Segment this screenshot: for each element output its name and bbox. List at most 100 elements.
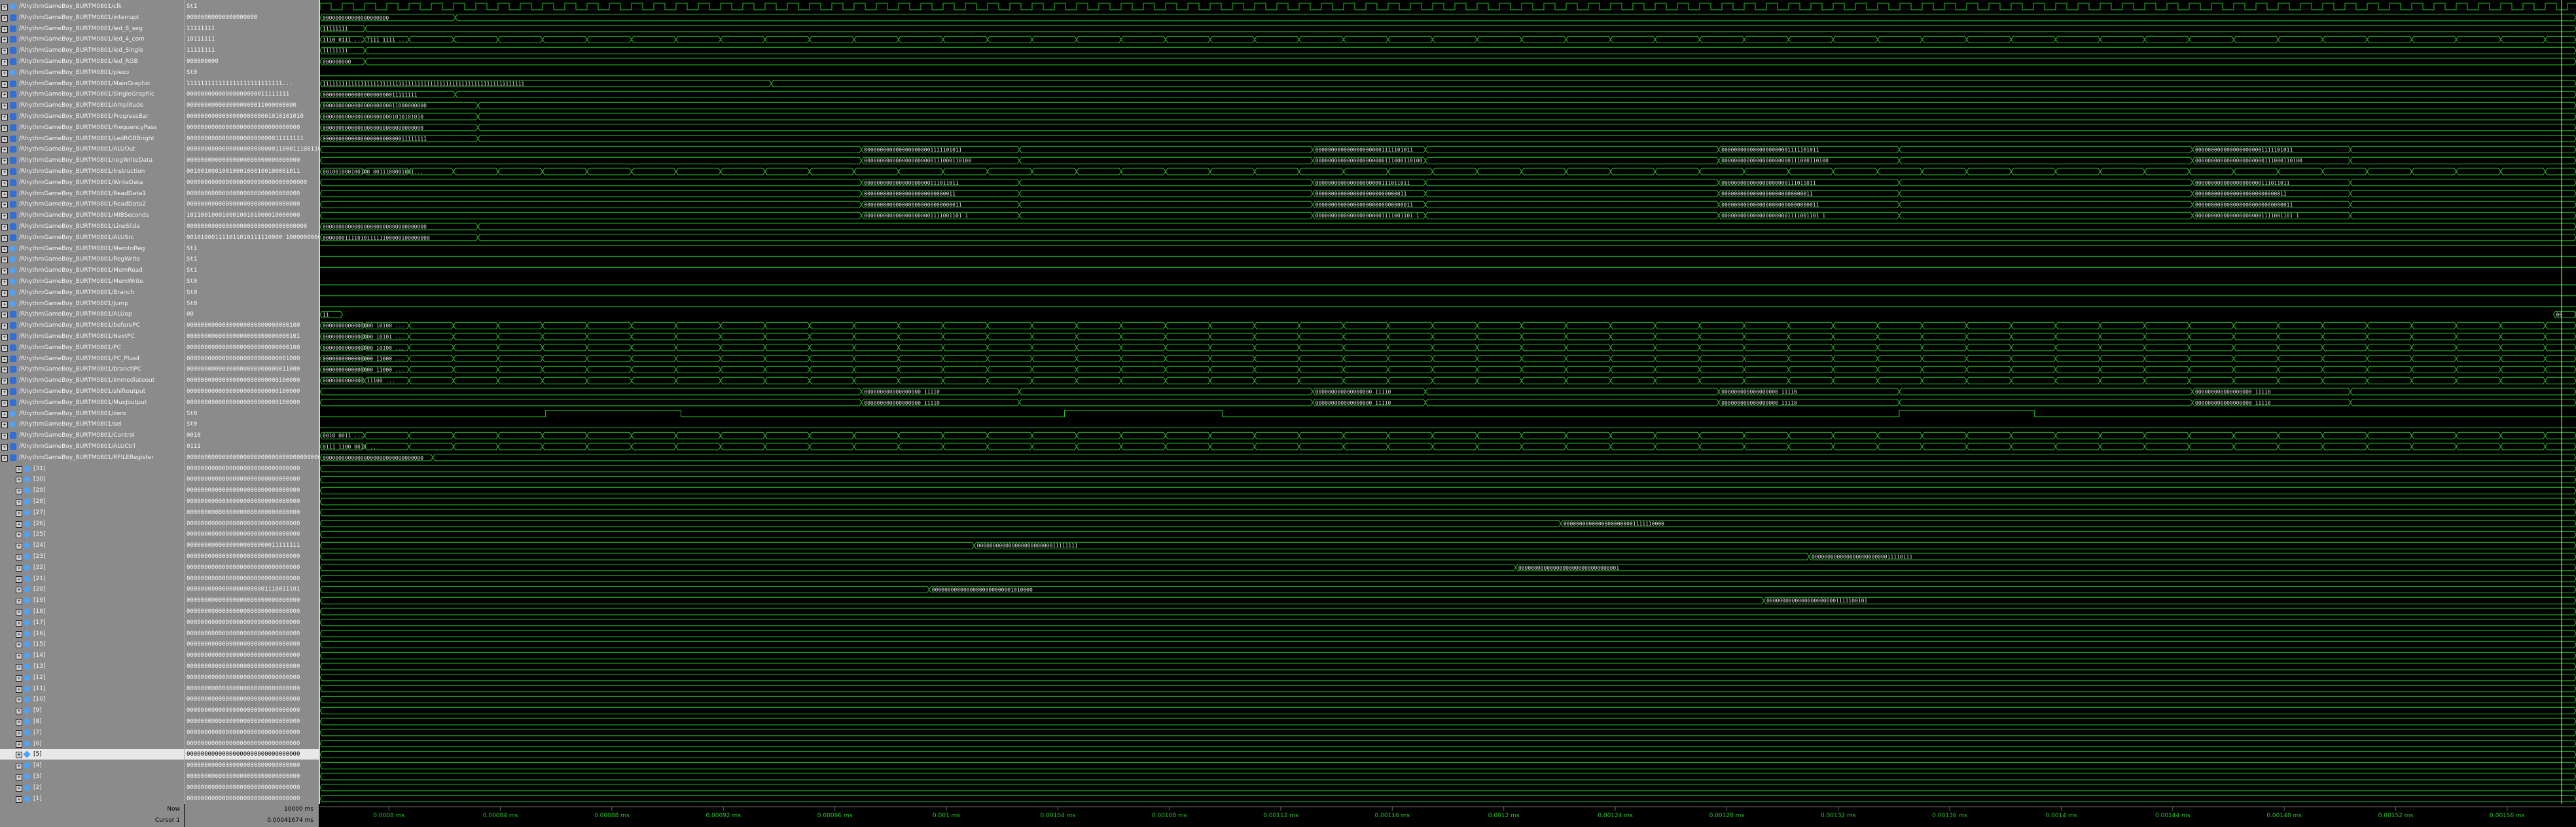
expand-toggle-icon[interactable]: + bbox=[1, 234, 8, 242]
expand-toggle-icon[interactable]: + bbox=[16, 554, 22, 561]
signal-row[interactable]: + /RhythmGameBoy_BURTM0801/MuxJoutput bbox=[0, 397, 184, 408]
signal-row[interactable]: + /RhythmGameBoy_BURTM0801/led_Single bbox=[0, 45, 184, 56]
expand-toggle-icon[interactable]: + bbox=[1, 213, 8, 220]
signal-row[interactable]: + /RhythmGameBoy_BURTM0801/RegWrite bbox=[0, 254, 184, 265]
signal-row[interactable]: + /RhythmGameBoy_BURTM0801/led_RGB bbox=[0, 56, 184, 67]
register-row[interactable]: + [16] bbox=[0, 629, 184, 639]
expand-toggle-icon[interactable]: + bbox=[1, 378, 8, 385]
expand-toggle-icon[interactable]: + bbox=[16, 499, 22, 505]
signal-row[interactable]: + /RhythmGameBoy_BURTM0801/SingleGraphic bbox=[0, 89, 184, 100]
expand-toggle-icon[interactable]: + bbox=[16, 587, 22, 594]
expand-toggle-icon[interactable]: + bbox=[1, 279, 8, 285]
expand-toggle-icon[interactable]: + bbox=[16, 653, 22, 660]
expand-toggle-icon[interactable]: + bbox=[1, 422, 8, 429]
expand-toggle-icon[interactable]: + bbox=[1, 356, 8, 363]
expand-toggle-icon[interactable]: + bbox=[16, 532, 22, 539]
signal-row[interactable]: + /RhythmGameBoy_BURTM0801/ReadData1 bbox=[0, 189, 184, 199]
expand-toggle-icon[interactable]: + bbox=[1, 367, 8, 374]
signal-row[interactable]: + /RhythmGameBoy_BURTM0801/ReadData2 bbox=[0, 199, 184, 210]
signal-row[interactable]: + /RhythmGameBoy_BURTM0801/PC bbox=[0, 342, 184, 353]
expand-toggle-icon[interactable]: + bbox=[1, 69, 8, 77]
register-row[interactable]: + [8] bbox=[0, 716, 184, 727]
expand-toggle-icon[interactable]: + bbox=[1, 81, 8, 88]
signal-row[interactable]: + /RhythmGameBoy_BURTM0801/Instruction bbox=[0, 166, 184, 177]
register-row[interactable]: + [2] bbox=[0, 782, 184, 793]
expand-toggle-icon[interactable]: + bbox=[16, 576, 22, 583]
expand-toggle-icon[interactable]: + bbox=[1, 268, 8, 275]
expand-toggle-icon[interactable]: + bbox=[1, 246, 8, 253]
expand-toggle-icon[interactable]: + bbox=[1, 179, 8, 187]
expand-toggle-icon[interactable]: + bbox=[16, 509, 22, 517]
expand-toggle-icon[interactable]: + bbox=[1, 312, 8, 319]
expand-toggle-icon[interactable]: + bbox=[1, 169, 8, 175]
register-row[interactable]: + [5] bbox=[0, 749, 184, 760]
expand-toggle-icon[interactable]: + bbox=[16, 752, 22, 759]
expand-toggle-icon[interactable]: + bbox=[1, 48, 8, 55]
signal-row[interactable]: + /RhythmGameBoy_BURTM0801/ALUOut bbox=[0, 144, 184, 155]
expand-toggle-icon[interactable]: + bbox=[1, 26, 8, 33]
expand-toggle-icon[interactable]: + bbox=[1, 124, 8, 132]
signal-row[interactable]: + /RhythmGameBoy_BURTM0801/immediateout bbox=[0, 375, 184, 386]
register-row[interactable]: + [30] bbox=[0, 474, 184, 485]
signal-row[interactable]: + /RhythmGameBoy_BURTM0801/zero bbox=[0, 409, 184, 419]
signal-row[interactable]: + /RhythmGameBoy_BURTM0801/LedRGBBright bbox=[0, 134, 184, 144]
expand-toggle-icon[interactable]: + bbox=[16, 697, 22, 704]
register-row[interactable]: + [17] bbox=[0, 617, 184, 628]
register-row[interactable]: + [10] bbox=[0, 694, 184, 705]
expand-toggle-icon[interactable]: + bbox=[16, 708, 22, 715]
cursor-label[interactable]: Cursor 1 bbox=[155, 817, 180, 824]
signal-row[interactable]: + /RhythmGameBoy_BURTM0801/WriteData bbox=[0, 177, 184, 188]
expand-toggle-icon[interactable]: + bbox=[1, 454, 8, 462]
expand-toggle-icon[interactable]: + bbox=[1, 59, 8, 65]
waveform-pane[interactable]: 000000000000000000000 11111111 1110 0111 .… bbox=[320, 0, 2576, 804]
signal-row[interactable]: + /RhythmGameBoy_BURTM0801/led_8_seg bbox=[0, 24, 184, 34]
register-row[interactable]: + [26] bbox=[0, 519, 184, 529]
register-row[interactable]: + [7] bbox=[0, 727, 184, 738]
expand-toggle-icon[interactable]: + bbox=[16, 784, 22, 792]
signal-row[interactable]: + /RhythmGameBoy_BURTM0801/branchPC bbox=[0, 364, 184, 375]
expand-toggle-icon[interactable]: + bbox=[16, 796, 22, 803]
expand-toggle-icon[interactable]: + bbox=[16, 609, 22, 616]
expand-toggle-icon[interactable]: + bbox=[16, 686, 22, 693]
signal-row[interactable]: + /RhythmGameBoy_BURTM0801/sel bbox=[0, 419, 184, 430]
expand-toggle-icon[interactable]: + bbox=[16, 729, 22, 737]
expand-toggle-icon[interactable]: + bbox=[1, 334, 8, 340]
expand-toggle-icon[interactable]: + bbox=[16, 564, 22, 572]
expand-toggle-icon[interactable]: + bbox=[1, 147, 8, 154]
register-row[interactable]: + [27] bbox=[0, 507, 184, 518]
signal-row[interactable]: + /RhythmGameBoy_BURTM0801/FrequencyPass bbox=[0, 122, 184, 133]
signal-row[interactable]: + /RhythmGameBoy_BURTM0801/Jump bbox=[0, 299, 184, 309]
register-row[interactable]: + [31] bbox=[0, 464, 184, 474]
register-row[interactable]: + [23] bbox=[0, 551, 184, 562]
signal-row[interactable]: + /RhythmGameBoy_BURTM0801/ALUSrc bbox=[0, 232, 184, 243]
signal-row[interactable]: + /RhythmGameBoy_BURTM0801/beforePC bbox=[0, 320, 184, 331]
register-row[interactable]: + [20] bbox=[0, 584, 184, 595]
signal-row[interactable]: + /RhythmGameBoy_BURTM0801/shiftoutput bbox=[0, 386, 184, 397]
expand-toggle-icon[interactable]: + bbox=[16, 664, 22, 671]
register-row[interactable]: + [19] bbox=[0, 595, 184, 606]
expand-toggle-icon[interactable]: + bbox=[1, 323, 8, 330]
signal-row[interactable]: + /RhythmGameBoy_BURTM0801/led_4_com bbox=[0, 34, 184, 45]
register-row[interactable]: + [22] bbox=[0, 562, 184, 573]
expand-toggle-icon[interactable]: + bbox=[16, 674, 22, 682]
register-row[interactable]: + [11] bbox=[0, 684, 184, 694]
expand-toggle-icon[interactable]: + bbox=[16, 719, 22, 726]
signal-row[interactable]: + /RhythmGameBoy_BURTM0801/NextPC bbox=[0, 331, 184, 342]
signal-row[interactable]: + /RhythmGameBoy_BURTM0801/ALUCtrl bbox=[0, 441, 184, 452]
register-row[interactable]: + [18] bbox=[0, 606, 184, 617]
expand-toggle-icon[interactable]: + bbox=[1, 344, 8, 352]
signal-row[interactable]: + /RhythmGameBoy_BURTM0801/regWriteData bbox=[0, 155, 184, 166]
register-row[interactable]: + [6] bbox=[0, 739, 184, 749]
expand-toggle-icon[interactable]: + bbox=[1, 191, 8, 198]
register-row[interactable]: + [1] bbox=[0, 794, 184, 804]
register-row[interactable]: + [15] bbox=[0, 639, 184, 650]
expand-toggle-icon[interactable]: + bbox=[1, 37, 8, 44]
signal-row[interactable]: + /RhythmGameBoy_BURTM0801/LineSlide bbox=[0, 221, 184, 232]
signal-row[interactable]: + /RhythmGameBoy_BURTM0801/ProgressBar bbox=[0, 111, 184, 122]
signal-row[interactable]: + /RhythmGameBoy_BURTM0801/Amplitude bbox=[0, 100, 184, 111]
register-row[interactable]: + [28] bbox=[0, 496, 184, 507]
expand-toggle-icon[interactable]: + bbox=[1, 14, 8, 22]
expand-toggle-icon[interactable]: + bbox=[1, 389, 8, 395]
expand-toggle-icon[interactable]: + bbox=[1, 257, 8, 264]
signal-row[interactable]: + /RhythmGameBoy_BURTM0801/Branch bbox=[0, 287, 184, 298]
